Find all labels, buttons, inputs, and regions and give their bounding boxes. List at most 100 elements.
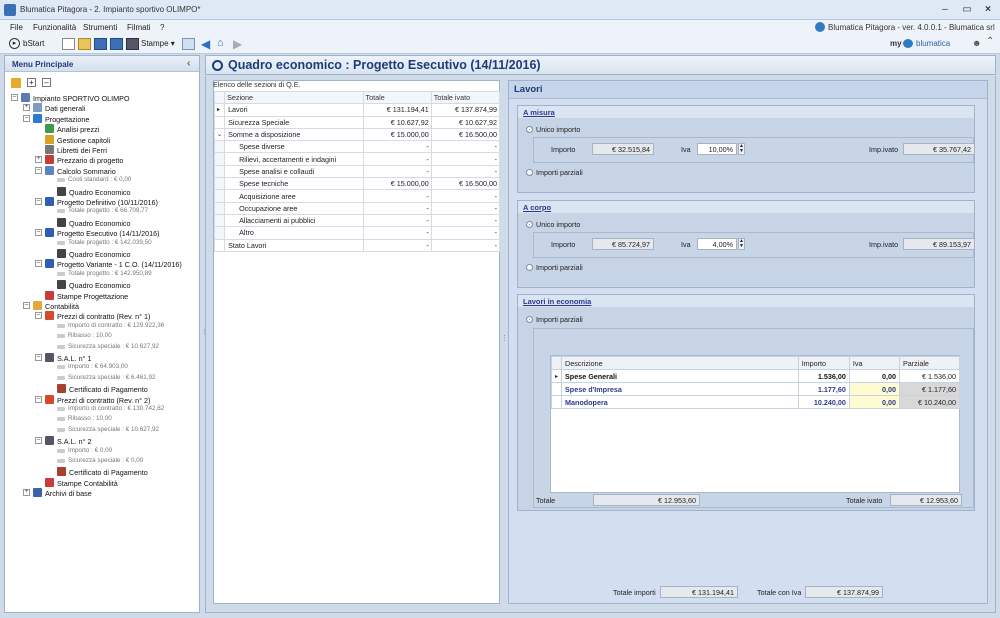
collapse-ribbon-icon[interactable]: ⌃ (986, 36, 994, 47)
close-icon[interactable]: × (978, 3, 998, 17)
tree-tool-icon[interactable] (11, 78, 21, 88)
a-misura-importo-field[interactable]: € 32.515,84 (592, 143, 654, 155)
qe-row[interactable]: Sicurezza Speciale € 10.627,92 € 10.627,92 (213, 115, 501, 129)
tree-item[interactable]: Quadro Economico (57, 280, 131, 290)
tree-item[interactable]: Certificato di Pagamento (57, 384, 148, 394)
save-icon[interactable] (94, 38, 107, 50)
expand-icon[interactable]: + (35, 156, 42, 164)
column-header-totale[interactable]: Totale (362, 90, 432, 105)
economia-parziali-radio[interactable]: Importi parziali (526, 315, 583, 324)
back-arrow-icon[interactable]: ◀ (201, 37, 210, 51)
qe-row[interactable]: Spese tecniche € 15.000,00 € 16.500,00 (213, 177, 501, 191)
expand-all-icon[interactable]: + (27, 78, 36, 87)
minimize-icon[interactable]: – (935, 3, 955, 17)
collapse-icon[interactable]: – (23, 302, 30, 309)
new-icon[interactable] (62, 38, 75, 50)
menu-strumenti[interactable]: Strumenti (83, 23, 117, 32)
tree-item[interactable]: – Contabilità (23, 301, 79, 311)
economia-cell-importo[interactable]: 1.177,60 (797, 382, 850, 396)
economia-cell-iva[interactable]: 0,00 (848, 369, 900, 383)
collapse-icon[interactable]: – (35, 354, 42, 361)
collapse-icon[interactable]: – (35, 198, 42, 205)
brand-name[interactable]: blumatica (916, 39, 950, 48)
tree-item[interactable]: Gestione capitoli (45, 134, 110, 145)
tree-item[interactable]: – Calcolo Sommario (35, 165, 116, 176)
tree-item[interactable]: + Dati generali (23, 103, 85, 113)
column-header-sezione[interactable]: Sezione (224, 90, 364, 105)
qe-row[interactable]: Acquisizione aree - - (213, 189, 501, 203)
collapse-all-icon[interactable]: – (42, 78, 51, 87)
menu-help[interactable]: ? (160, 23, 164, 32)
qe-row[interactable]: ⌄ Somme a disposizione € 15.000,00 € 16.500… (213, 127, 501, 142)
expand-icon[interactable]: + (23, 104, 30, 112)
economia-cell-descrizione[interactable]: Spese Generali (561, 369, 799, 383)
collapse-icon[interactable]: – (11, 94, 18, 101)
left-splitter-grip[interactable]: ⋮ (201, 328, 208, 336)
tree-item[interactable]: Certificato di Pagamento (57, 467, 148, 477)
qe-row[interactable]: Spese analisi e collaudi - - (213, 164, 501, 179)
tree-item[interactable]: + Archivi di base (23, 488, 92, 498)
expand-icon[interactable]: + (23, 489, 30, 497)
a-corpo-importo-field[interactable]: € 85.724,97 (592, 238, 654, 250)
qe-row[interactable]: Spese diverse - - (213, 140, 501, 154)
tree-item[interactable]: Quadro Economico (57, 249, 131, 259)
economia-cell-iva[interactable]: 0,00 (848, 382, 900, 396)
menu-file[interactable]: File (10, 23, 23, 32)
economia-cell-descrizione[interactable]: Spese d'Impresa (561, 382, 799, 396)
economia-cell-iva[interactable]: 0,00 (848, 395, 900, 409)
tree-item[interactable]: + Prezzario di progetto (35, 155, 123, 165)
qe-row[interactable]: Allacciamenti ai pubblici - - (213, 213, 501, 228)
a-misura-iva-field[interactable]: 10,00% (697, 143, 737, 155)
tree-item[interactable]: – Prezzi di contratto (Rev. n° 1) (35, 311, 150, 321)
menu-filmati[interactable]: Filmati (127, 23, 151, 32)
collapse-sidebar-icon[interactable]: ‹ (187, 58, 190, 69)
column-header-importo[interactable]: Importo (797, 356, 850, 370)
a-corpo-parziali-radio[interactable]: Importi parziali (526, 263, 583, 272)
collapse-icon[interactable]: – (35, 166, 42, 174)
tree-item[interactable]: Stampe Progettazione (45, 290, 128, 301)
user-icon[interactable]: ☻ (972, 38, 981, 48)
collapse-icon[interactable]: – (23, 114, 30, 122)
a-corpo-iva-field[interactable]: 4,00% (697, 238, 737, 250)
bstart-button[interactable]: bStart (23, 39, 44, 48)
center-splitter-grip[interactable]: ⋮ (501, 334, 508, 342)
a-corpo-unico-radio[interactable]: Unico importo (526, 220, 580, 229)
tree-item[interactable]: Quadro Economico (57, 217, 131, 228)
economia-row[interactable]: ▸ Spese Generali 1.536,00 0,00 € 1.536,00 (550, 369, 961, 383)
column-header-iva[interactable]: Iva (848, 356, 900, 370)
tree-item[interactable]: – Progettazione (23, 113, 89, 124)
restore-icon[interactable]: ▭ (957, 3, 977, 17)
print-icon[interactable] (126, 38, 139, 50)
stampe-dropdown[interactable]: Stampe ▾ (141, 39, 175, 48)
tree-item[interactable]: Quadro Economico (57, 186, 131, 197)
a-misura-unico-radio[interactable]: Unico importo (526, 125, 580, 134)
a-misura-parziali-radio[interactable]: Importi parziali (526, 168, 583, 177)
save-all-icon[interactable] (110, 38, 123, 50)
column-header-ivato[interactable]: Totale ivato (430, 90, 501, 105)
menu-funzionalita[interactable]: Funzionalità (33, 23, 76, 32)
a-misura-iva-spinner[interactable]: ▲ ▼ (738, 143, 745, 155)
refresh-icon[interactable] (182, 38, 195, 50)
qe-row[interactable]: Rilievi, accertamenti e indagini - - (213, 152, 501, 166)
tree-item[interactable]: Analisi prezzi (45, 124, 99, 134)
tree-item[interactable]: Stampe Contabilità (45, 477, 118, 488)
economia-row[interactable]: Spese d'Impresa 1.177,60 0,00 € 1.177,60 (550, 382, 961, 396)
economia-cell-importo[interactable]: 10.240,00 (797, 395, 850, 409)
qe-row[interactable]: Occupazione aree - - (213, 201, 501, 215)
collapse-icon[interactable]: – (35, 229, 42, 237)
tree-item[interactable]: – Progetto Definitivo (10/11/2016) (35, 197, 158, 207)
collapse-icon[interactable]: – (35, 395, 42, 403)
collapse-icon[interactable]: – (35, 312, 42, 320)
open-folder-icon[interactable] (78, 38, 91, 50)
column-header-descrizione[interactable]: Descrizione (561, 356, 799, 370)
tree-item[interactable]: – Progetto Variante - 1 C.O. (14/11/2016) (35, 259, 182, 269)
economia-row[interactable]: Manodopera 10.240,00 0,00 € 10.240,00 (550, 395, 961, 409)
qe-row[interactable]: Stato Lavori - - (213, 238, 501, 252)
tree-item[interactable]: – Prezzi di contratto (Rev. n° 2) (35, 394, 150, 405)
tree-item[interactable]: – Impianto SPORTIVO OLIMPO (11, 93, 130, 103)
home-icon[interactable]: ⌂ (217, 37, 224, 49)
tree-item[interactable]: Libretti dei Ferri (45, 145, 107, 155)
collapse-icon[interactable]: – (35, 260, 42, 268)
qe-row[interactable]: ▸ Lavori € 131.194,41 € 137.874,99 (213, 103, 501, 117)
economia-cell-importo[interactable]: 1.536,00 (797, 369, 850, 383)
